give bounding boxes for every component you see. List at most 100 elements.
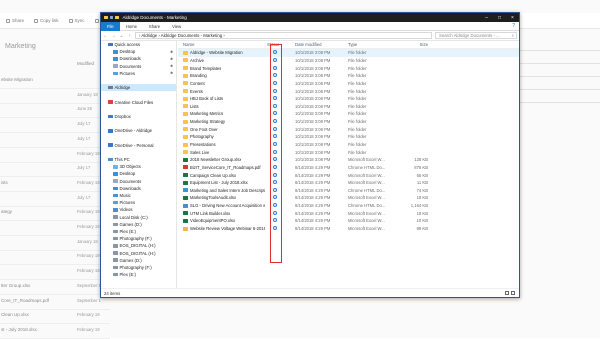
address-field[interactable]: › Aldridge › Aldridge Documents - Market… (135, 32, 432, 39)
nav-item[interactable]: Pictures ✱ (101, 70, 176, 77)
nav-item[interactable]: Music (101, 192, 176, 199)
nav-item[interactable]: Local Disk (C:) (101, 214, 176, 221)
file-row[interactable]: Archive 10/1/2018 3:08 PM File folder (178, 57, 519, 65)
sync-command[interactable]: Sync (68, 18, 85, 23)
nav-item[interactable]: Downloads ✱ (101, 55, 176, 62)
star-icon (108, 42, 113, 47)
nav-item[interactable]: OneDrive - Personal (101, 142, 176, 149)
drive-icon (113, 215, 118, 219)
background-item-modified: February 19 (77, 268, 100, 274)
file-row[interactable]: 2018 Newsletter Group.xlsx 10/1/2018 3:08… (178, 156, 519, 164)
nav-item[interactable]: Plex (E:) (101, 271, 176, 278)
nav-item[interactable]: Dropbox (101, 113, 176, 120)
file-name: HBJ Book of Lists (190, 96, 224, 102)
file-row[interactable]: HBJ Book of Lists 10/1/2018 3:08 PM File f… (178, 95, 519, 103)
nav-item[interactable]: This PC (101, 156, 176, 163)
file-row[interactable]: Website Review Voltage Webinar 6-2018...… (178, 225, 519, 233)
background-list-item[interactable]: st - July 2018.xlsx February 19 (0, 322, 110, 339)
quick-access-toolbar (104, 15, 119, 20)
nav-item[interactable]: 3D Objects (101, 163, 176, 170)
file-row[interactable]: Campaign Clean Up.xlsx 8/14/2018 4:29 PM M… (178, 171, 519, 179)
file-name-cell: Brand Templates (178, 66, 265, 71)
type-cell: Microsoft Excel W... (348, 157, 385, 163)
file-row[interactable]: Marketing Metrics 10/1/2018 3:08 PM File f… (178, 110, 519, 118)
search-input[interactable]: Search Aldridge Documents - ... ⌕ (435, 32, 517, 39)
file-row[interactable]: Brand Templates 10/1/2018 3:08 PM File fol… (178, 64, 519, 72)
details-view-icon[interactable] (505, 291, 509, 295)
background-item-modified: February 19 (77, 253, 100, 259)
copy-link-command[interactable]: Copy link (34, 18, 59, 23)
column-size[interactable]: Size (403, 42, 428, 47)
file-name-cell: Content (178, 81, 265, 86)
properties-icon[interactable] (109, 15, 113, 20)
nav-item[interactable]: Downloads (101, 185, 176, 192)
maximize-button[interactable]: □ (493, 13, 506, 22)
recent-locations-button[interactable]: ⌄ (119, 33, 124, 39)
pin-icon: ✱ (170, 64, 173, 69)
close-button[interactable]: × (506, 13, 519, 22)
modified-column-header[interactable]: Modified (77, 61, 94, 66)
file-row[interactable]: Marketing and Sales Intern Job Descripti… (178, 187, 519, 195)
pictures-icon (113, 200, 118, 205)
nav-item[interactable]: Videos (101, 206, 176, 213)
nav-item[interactable]: Quick access (101, 41, 176, 48)
tab-view[interactable]: View (166, 22, 187, 31)
new-folder-icon[interactable] (115, 15, 119, 20)
tab-file[interactable]: File (101, 21, 120, 31)
large-icons-view-icon[interactable] (511, 291, 515, 295)
column-date-modified[interactable]: Date modified (295, 42, 348, 47)
file-row[interactable]: UTM Link Builder.xlsx 8/14/2018 4:29 PM Mi… (178, 209, 519, 217)
file-row[interactable]: Events 10/1/2018 3:08 PM File folder (178, 87, 519, 95)
file-row[interactable]: MarketingToolsAudit.xlsx 8/14/2018 4:29 P… (178, 194, 519, 202)
help-icon[interactable]: ? (512, 23, 519, 29)
file-row[interactable]: VideoEquipmentPO.xlsx 8/14/2018 4:29 PM Mi… (178, 217, 519, 225)
forward-button[interactable]: → (111, 33, 116, 39)
file-row[interactable]: One Foot Over 10/1/2018 3:08 PM File folde… (178, 125, 519, 133)
building-icon (108, 85, 113, 90)
pin-icon: ✱ (170, 49, 173, 54)
date-modified-cell: 8/14/2018 4:29 PM (295, 180, 331, 186)
nav-item[interactable]: EOS_DIGITAL (H:) (101, 242, 176, 249)
file-name: VideoEquipmentPO.xlsx (190, 218, 236, 224)
file-row[interactable]: Lists 10/1/2018 3:08 PM File folder (178, 102, 519, 110)
nav-item[interactable]: Documents (101, 178, 176, 185)
background-item-modified: February 19 (77, 224, 100, 229)
back-button[interactable]: ← (103, 33, 108, 39)
nav-item[interactable]: Creative Cloud Files (101, 99, 176, 106)
file-row[interactable]: BizIT_ServiceCore_IT_Roadmaps.pdf 8/14/20… (178, 164, 519, 172)
nav-item[interactable]: Aldridge (101, 84, 176, 92)
nav-item[interactable]: Photography (F:) (101, 264, 176, 271)
nav-item[interactable]: OneDrive - Aldridge (101, 127, 176, 134)
minimize-button[interactable]: – (480, 13, 493, 22)
nav-item-label: Quick access (114, 42, 141, 48)
nav-item[interactable]: Photography (F:) (101, 235, 176, 242)
nav-item[interactable]: Plex (E:) (101, 228, 176, 235)
tab-home[interactable]: Home (120, 22, 143, 31)
nav-item[interactable]: Games (D:) (101, 221, 176, 228)
nav-item[interactable]: EOS_DIGITAL (H:) (101, 249, 176, 256)
file-row[interactable]: Marketing Strategy 10/1/2018 3:08 PM File … (178, 118, 519, 126)
up-button[interactable]: ↑ (127, 33, 132, 39)
size-cell: 65 KB (416, 172, 428, 178)
share-command[interactable]: Share (6, 18, 24, 23)
file-row[interactable]: Sales Live 10/1/2018 3:08 PM File folder (178, 148, 519, 156)
nav-item-label: OneDrive - Aldridge (114, 128, 153, 134)
nav-item[interactable]: Documents ✱ (101, 63, 176, 70)
column-type[interactable]: Type (348, 42, 403, 47)
tab-share[interactable]: Share (143, 22, 166, 31)
nav-item[interactable]: Pictures (101, 199, 176, 206)
file-row[interactable]: Aldridge - Website Migration 10/1/2018 3:… (178, 49, 519, 57)
file-row[interactable]: Photography 10/1/2018 3:08 PM File folder (178, 133, 519, 141)
nav-item[interactable]: Desktop (101, 170, 176, 177)
file-row[interactable]: Presentations 10/1/2018 3:08 PM File folde… (178, 141, 519, 149)
file-row[interactable]: Branding 10/1/2018 3:08 PM File folder (178, 72, 519, 80)
file-row[interactable]: Equipment List - July 2018.xlsx 8/14/2018… (178, 179, 519, 187)
file-row[interactable]: SLG - Driving New Account Acquisition w.… (178, 202, 519, 210)
file-row[interactable]: Content 10/1/2018 3:08 PM File folder (178, 80, 519, 88)
nav-item[interactable]: Desktop ✱ (101, 48, 176, 55)
type-cell: Microsoft Excel W... (348, 180, 385, 186)
date-modified-cell: 10/1/2018 3:08 PM (295, 96, 331, 102)
column-name[interactable]: Name (178, 42, 265, 47)
background-item-name: Clean Up.xlsx (1, 312, 29, 318)
nav-item[interactable]: Games (D:) (101, 257, 176, 264)
